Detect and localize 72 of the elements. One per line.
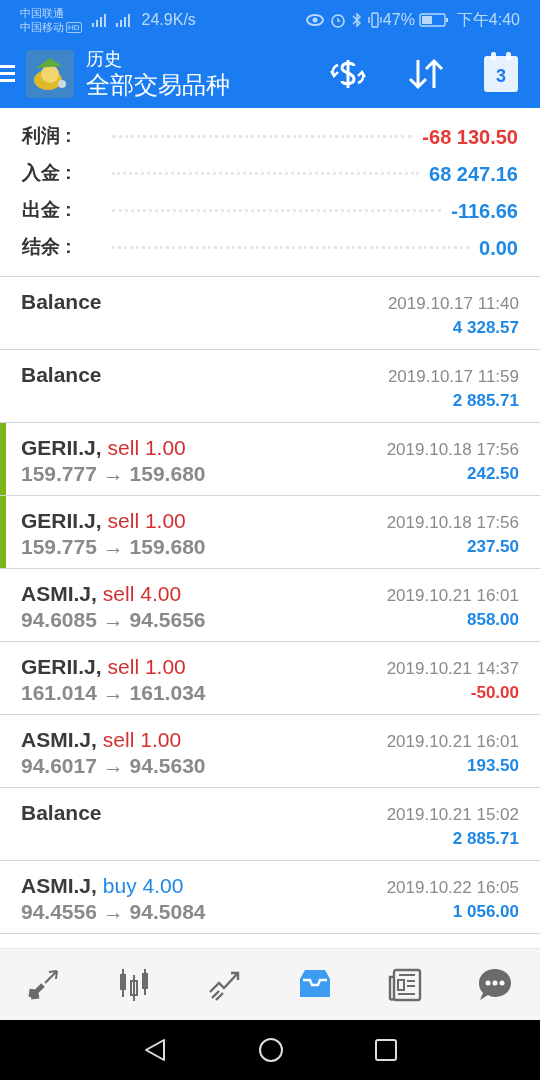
app-logo-icon [26, 50, 74, 98]
screen-title: 历史 [86, 48, 123, 70]
deal-time: 2019.10.21 16:01 [386, 585, 519, 607]
deal-title: GERII.J, sell 1.00 [21, 435, 187, 461]
deal-prices: 94.4556 → 94.5084 [21, 899, 207, 925]
deal-row[interactable]: Balance 2019.10.17 11:40 4 328.57 [0, 277, 540, 350]
clock-time: 下午4:40 [456, 10, 520, 30]
deal-time: 2019.10.17 11:59 [387, 366, 519, 388]
deal-amount: 2 885.71 [452, 828, 519, 850]
deal-title: GERII.J, sell 1.00 [21, 654, 187, 680]
deal-time: 2019.10.21 16:01 [386, 731, 519, 753]
deal-title: ASMI.J, sell 4.00 [21, 581, 183, 607]
deal-time: 2019.10.17 11:40 [387, 293, 519, 315]
deal-row[interactable]: ASMI.J, sell 1.00 94.6017 → 94.5630 2019.10.21 16:01 193.50 [0, 715, 540, 788]
network-speed: 24.9K/s [141, 10, 196, 30]
deal-prices: 94.6085 → 94.5656 [21, 607, 207, 633]
summary-label: 利润 : [22, 124, 73, 149]
hd-badge: HD [66, 21, 82, 33]
screen-subtitle: 全部交易品种 [86, 70, 230, 100]
deal-prices: 161.014 → 161.034 [21, 680, 207, 706]
deal-row[interactable]: Balance 2019.10.17 11:59 2 885.71 [0, 350, 540, 423]
vibrate-icon [367, 12, 382, 28]
menu-icon[interactable] [0, 63, 16, 85]
carrier-name: 中国移动 [20, 20, 64, 34]
summary-value: 0.00 [479, 235, 518, 261]
deal-row[interactable]: GERII.J, sell 1.00 161.014 → 161.034 2019.10.21 14:37 -50.00 [0, 642, 540, 715]
deal-title: Balance [21, 800, 103, 826]
eye-icon [305, 13, 324, 27]
home-icon[interactable] [258, 1037, 284, 1063]
summary-value: 68 247.16 [429, 161, 518, 187]
carrier-name: 中国联通 [20, 6, 65, 20]
deal-time: 2019.10.21 14:37 [386, 658, 519, 680]
newspaper-icon[interactable] [387, 966, 423, 1003]
chat-bubble-icon[interactable] [477, 966, 513, 1003]
deal-time: 2019.10.22 16:05 [386, 877, 519, 899]
back-icon[interactable] [142, 1037, 168, 1063]
bluetooth-icon [351, 12, 362, 28]
summary-label: 出金 : [22, 198, 73, 223]
deal-row[interactable]: GERII.J, sell 1.00 159.775 → 159.680 2019.10.18 17:56 237.50 [0, 496, 540, 569]
battery-percent: 47% [382, 10, 415, 30]
deal-amount: 193.50 [467, 755, 519, 777]
deal-title: ASMI.J, sell 1.00 [21, 727, 183, 753]
deal-amount: 237.50 [467, 536, 519, 558]
deal-title: ASMI.J, buy 4.00 [21, 873, 185, 899]
currency-exchange-icon[interactable] [328, 57, 368, 91]
battery-icon [418, 13, 449, 27]
deal-title: Balance [21, 289, 103, 315]
summary-label: 入金 : [22, 161, 73, 186]
summary-value: -68 130.50 [422, 124, 518, 150]
deal-row[interactable]: ASMI.J, buy 4.00 94.4556 → 94.5084 2019.10.22 16:05 1 056.00 [0, 861, 540, 934]
deal-prices: 159.777 → 159.680 [21, 461, 207, 487]
summary-value: -116.66 [451, 198, 518, 224]
recents-icon[interactable] [374, 1038, 398, 1062]
deal-time: 2019.10.18 17:56 [386, 439, 519, 461]
deal-prices: 94.6017 → 94.5630 [21, 753, 207, 779]
summary-label: 结余 : [22, 235, 73, 260]
deal-title: Balance [21, 362, 103, 388]
deal-time: 2019.10.21 15:02 [386, 804, 519, 826]
deal-time: 2019.10.18 17:56 [386, 512, 519, 534]
deal-amount: 242.50 [467, 463, 519, 485]
deal-prices: 159.775 → 159.680 [21, 534, 207, 560]
sort-icon[interactable] [406, 57, 446, 91]
deal-row[interactable]: Balance 2019.10.21 15:02 2 885.71 [0, 788, 540, 861]
deal-title: GERII.J, sell 1.00 [21, 508, 187, 534]
deal-row[interactable]: ASMI.J, sell 4.00 94.6085 → 94.5656 2019.10.21 16:01 858.00 [0, 569, 540, 642]
deal-amount: 2 885.71 [452, 390, 519, 412]
deal-amount: -50.00 [470, 682, 519, 704]
deal-amount: 1 056.00 [452, 901, 519, 923]
deal-amount: 4 328.57 [452, 317, 519, 339]
alarm-icon [329, 12, 346, 28]
deal-row[interactable]: GERII.J, sell 1.00 159.777 → 159.680 2019.10.18 17:56 242.50 [0, 423, 540, 496]
deal-amount: 858.00 [467, 609, 519, 631]
